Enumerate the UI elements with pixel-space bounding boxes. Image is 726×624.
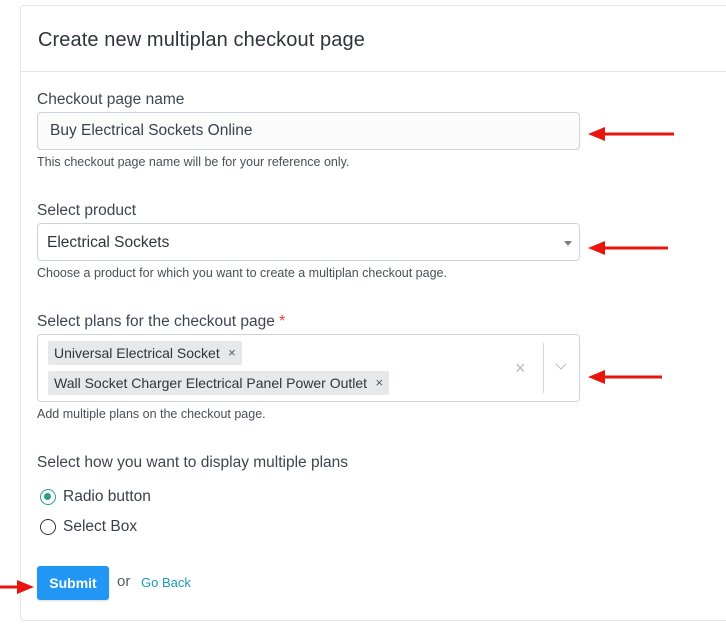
- plan-chip: Wall Socket Charger Electrical Panel Pow…: [48, 371, 390, 395]
- annotation-arrow-icon: [588, 127, 674, 141]
- clear-all-icon[interactable]: ×: [515, 356, 526, 380]
- go-back-link[interactable]: Go Back: [141, 575, 191, 590]
- product-help: Choose a product for which you want to c…: [37, 266, 447, 280]
- radio-checked-icon[interactable]: [40, 489, 56, 505]
- checkout-name-help: This checkout page name will be for your…: [37, 155, 350, 169]
- plans-help: Add multiple plans on the checkout page.: [37, 407, 266, 421]
- radio-unchecked-icon[interactable]: [40, 519, 56, 535]
- plan-chip-label: Universal Electrical Socket: [54, 345, 220, 361]
- radio-option-label: Radio button: [63, 488, 151, 505]
- annotation-arrow-icon: [0, 580, 34, 594]
- caret-down-icon: [564, 241, 572, 246]
- plan-chip: Universal Electrical Socket ×: [48, 341, 242, 365]
- remove-chip-icon[interactable]: ×: [228, 341, 236, 365]
- plans-multiselect[interactable]: Universal Electrical Socket × Wall Socke…: [37, 334, 580, 402]
- or-text: or: [117, 573, 131, 590]
- submit-button[interactable]: Submit: [37, 566, 109, 600]
- remove-chip-icon[interactable]: ×: [375, 371, 383, 395]
- plans-label-text: Select plans for the checkout page: [37, 313, 275, 330]
- product-select[interactable]: Electrical Sockets: [37, 223, 580, 261]
- chevron-down-icon[interactable]: [555, 358, 567, 370]
- required-asterisk: *: [279, 313, 286, 330]
- plans-label: Select plans for the checkout page *: [37, 313, 285, 331]
- card-header: Create new multiplan checkout page: [21, 6, 726, 72]
- checkout-name-input[interactable]: [37, 112, 580, 150]
- product-label: Select product: [37, 202, 137, 219]
- display-mode-label: Select how you want to display multiple …: [37, 454, 349, 471]
- annotation-arrow-icon: [588, 241, 668, 255]
- radio-option-label: Select Box: [63, 518, 138, 535]
- indicator-separator: [543, 343, 544, 393]
- plan-chip-label: Wall Socket Charger Electrical Panel Pow…: [54, 375, 368, 391]
- product-select-value: Electrical Sockets: [47, 234, 170, 251]
- checkout-name-label: Checkout page name: [37, 91, 185, 108]
- annotation-arrow-icon: [588, 370, 662, 384]
- page-title: Create new multiplan checkout page: [38, 29, 365, 51]
